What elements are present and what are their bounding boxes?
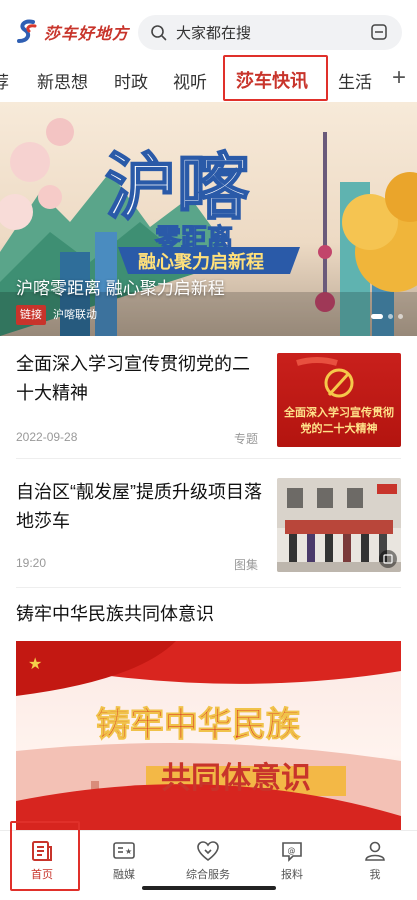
tab-media[interactable]: 视听 — [173, 68, 207, 93]
article-date: 2022-09-28 — [16, 430, 78, 444]
article-thumbnail[interactable] — [277, 478, 401, 572]
logo-mark-icon — [17, 19, 37, 43]
nav-label: 报料 — [281, 869, 303, 881]
list-item[interactable]: 全面深入学习宣传贯彻党的二十大精神 2022-09-28 专题 全面深入学习宣传… — [0, 338, 417, 458]
gesture-home-bar[interactable] — [142, 886, 276, 890]
gallery-icon — [379, 550, 397, 568]
article-title[interactable]: 全面深入学习宣传贯彻党的二十大精神 — [16, 350, 262, 408]
active-tab-highlight — [223, 55, 328, 101]
svg-text:★: ★ — [125, 847, 132, 856]
nav-label: 我 — [369, 869, 381, 881]
nav-media[interactable]: ★ 融媒 — [89, 839, 159, 882]
report-icon: @ — [282, 842, 302, 862]
banner-source: 沪喀联动 — [53, 309, 97, 321]
unity-banner-artwork: ★ 铸牢中华民族 共同体意识 — [16, 641, 401, 831]
tab-new-thought[interactable]: 新思想 — [37, 68, 88, 93]
divider — [16, 587, 401, 588]
banner-sub-text: 零距离 — [155, 223, 233, 254]
banner-carousel[interactable]: 沪喀 零距离 融心聚力启新程 沪喀零距离 融心聚力启新程 — [0, 102, 417, 336]
banner-big-text: 沪喀 — [105, 144, 249, 229]
carousel-indicator — [371, 314, 403, 319]
divider — [16, 458, 401, 459]
list-item[interactable]: 自治区“靓发屋”提质升级项目落地莎车 19:20 图集 — [0, 460, 417, 585]
svg-text:★: ★ — [28, 654, 42, 673]
thumb-text: 全面深入学习宣传贯彻党的二十大精神 — [284, 407, 394, 435]
tab-life[interactable]: 生活 — [338, 68, 372, 93]
unity-text-line1: 铸牢中华民族 — [96, 705, 300, 745]
logo-text: 莎车好地方 — [44, 24, 130, 43]
banner-slogan-text: 融心聚力启新程 — [138, 251, 264, 272]
article-time: 19:20 — [16, 556, 47, 570]
article-large-image[interactable]: ★ 铸牢中华民族 共同体意识 — [16, 641, 401, 831]
user-icon — [365, 841, 385, 861]
tab-politics[interactable]: 时政 — [114, 68, 148, 93]
article-type: 图集 — [234, 558, 259, 572]
channel-tabs: 荐 新思想 时政 视听 莎车快讯 生活 + — [0, 58, 417, 102]
banner-caption[interactable]: 沪喀零距离 融心聚力启新程 — [16, 274, 225, 299]
nav-me[interactable]: 我 — [340, 839, 410, 882]
header: 莎车好地方 大家都在搜 — [0, 0, 417, 60]
search-icon — [151, 24, 167, 40]
scan-icon[interactable] — [370, 23, 388, 41]
search-input[interactable]: 大家都在搜 — [138, 15, 402, 50]
article-type: 专题 — [234, 432, 259, 446]
nav-services[interactable]: 综合服务 — [173, 839, 243, 882]
article-title[interactable]: 铸牢中华民族共同体意识 — [16, 600, 401, 629]
active-nav-highlight — [10, 821, 80, 891]
app-logo[interactable]: 莎车好地方 — [16, 18, 129, 46]
add-channel-icon[interactable]: + — [392, 64, 406, 92]
banner-artwork: 沪喀 零距离 融心聚力启新程 — [0, 102, 417, 336]
banner-tag-badge: 链接 — [16, 305, 46, 325]
svg-text:@: @ — [288, 846, 296, 855]
tab-recommend[interactable]: 荐 — [0, 68, 9, 93]
article-title[interactable]: 自治区“靓发屋”提质升级项目落地莎车 — [16, 478, 262, 536]
article-thumbnail[interactable]: 全面深入学习宣传贯彻党的二十大精神 — [277, 353, 401, 447]
unity-text-line2: 共同体意识 — [161, 761, 311, 796]
media-icon: ★ — [113, 842, 135, 859]
nav-report[interactable]: @ 报料 — [257, 839, 327, 882]
nav-label: 融媒 — [113, 869, 135, 881]
nav-label: 综合服务 — [186, 869, 230, 881]
heart-service-icon — [197, 841, 219, 862]
search-placeholder: 大家都在搜 — [176, 25, 252, 42]
